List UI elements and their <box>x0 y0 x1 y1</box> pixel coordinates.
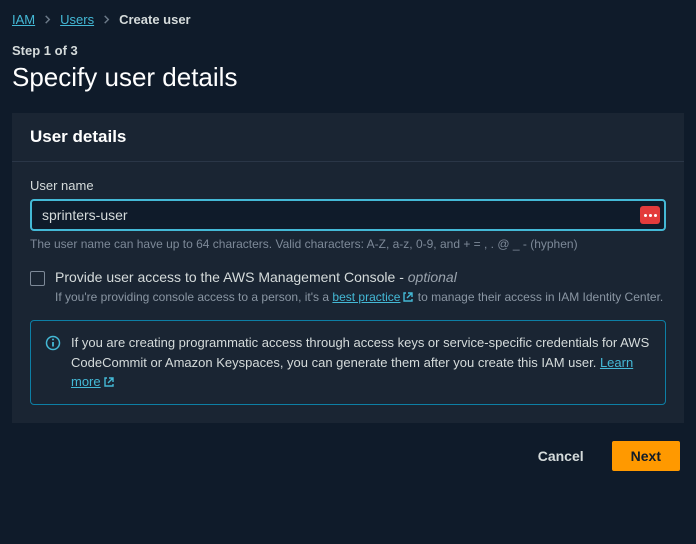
cancel-button[interactable]: Cancel <box>520 441 602 471</box>
best-practice-link[interactable]: best practice <box>332 290 414 304</box>
console-access-checkbox[interactable] <box>30 271 45 286</box>
chevron-right-icon <box>43 15 52 24</box>
password-manager-icon[interactable] <box>640 206 660 224</box>
next-button[interactable]: Next <box>612 441 680 471</box>
info-icon <box>45 335 61 392</box>
breadcrumb: IAM Users Create user <box>12 10 684 27</box>
breadcrumb-current: Create user <box>119 12 191 27</box>
page-title: Specify user details <box>12 62 684 93</box>
step-indicator: Step 1 of 3 <box>12 43 684 58</box>
breadcrumb-iam[interactable]: IAM <box>12 12 35 27</box>
username-input[interactable] <box>30 199 666 231</box>
chevron-right-icon <box>102 15 111 24</box>
external-link-icon <box>402 291 414 303</box>
external-link-icon <box>103 376 115 388</box>
panel-heading: User details <box>30 127 666 147</box>
console-access-help: If you're providing console access to a … <box>55 290 666 304</box>
info-box: If you are creating programmatic access … <box>30 320 666 405</box>
username-label: User name <box>30 178 666 193</box>
console-access-label: Provide user access to the AWS Managemen… <box>55 269 457 285</box>
info-text: If you are creating programmatic access … <box>71 335 649 370</box>
username-help-text: The user name can have up to 64 characte… <box>30 237 666 251</box>
breadcrumb-users[interactable]: Users <box>60 12 94 27</box>
user-details-panel: User details User name The user name can… <box>12 113 684 423</box>
